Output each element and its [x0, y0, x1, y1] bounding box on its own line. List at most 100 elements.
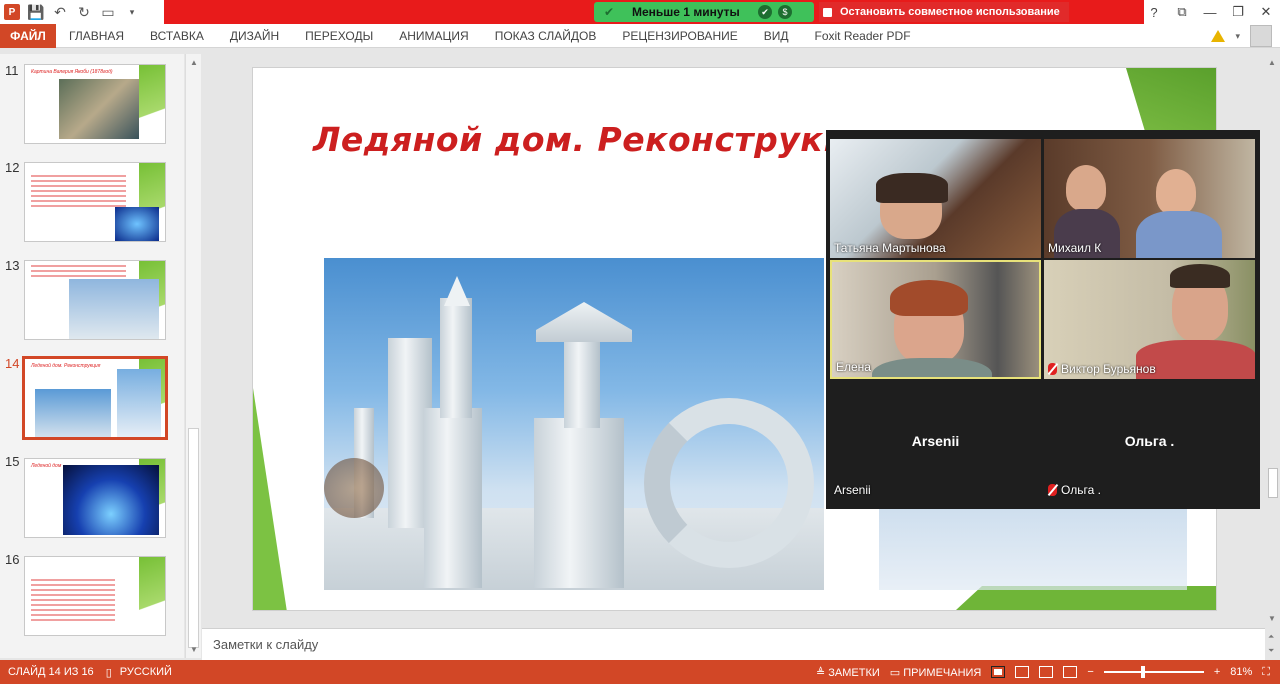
tab-foxit[interactable]: Foxit Reader PDF	[802, 24, 924, 48]
slide-green-decoration-left	[253, 388, 287, 610]
slide-number: 11	[5, 63, 19, 78]
ice-swirl	[644, 398, 814, 568]
ribbon-display-icon[interactable]: ⧉	[1168, 0, 1196, 24]
participant-tile-olga[interactable]: Ольга . Ольга .	[1044, 381, 1255, 500]
slide-thumbnail-12[interactable]	[24, 162, 166, 242]
slide-thumbnail-15[interactable]: Ледяной дом	[24, 458, 166, 538]
slide-number: 15	[5, 454, 20, 469]
comments-button[interactable]: ▭ ПРИМЕЧАНИЯ	[890, 666, 982, 679]
tab-view[interactable]: ВИД	[751, 24, 802, 48]
scroll-thumb[interactable]	[188, 428, 199, 648]
participant-name: Татьяна Мартынова	[834, 241, 946, 255]
zoom-slider[interactable]	[1103, 666, 1204, 678]
participant-hair	[890, 280, 968, 316]
zoom-level[interactable]: 81%	[1230, 666, 1252, 678]
avatar[interactable]	[1250, 25, 1272, 47]
tab-design[interactable]: ДИЗАЙН	[217, 24, 292, 48]
tab-insert[interactable]: ВСТАВКА	[137, 24, 217, 48]
slide-scrollbar[interactable]: ▲ ▼ ⏶ ⏷	[1265, 54, 1280, 660]
thumb-title: Ледяной дом. Реконструкция	[31, 363, 101, 369]
zoom-gallery-panel[interactable]: Татьяна Мартынова Михаил К Елена Виктор …	[826, 130, 1260, 509]
help-icon[interactable]: ?	[1140, 0, 1168, 24]
zoom-slider-knob[interactable]	[1140, 666, 1145, 678]
ice-tower	[440, 298, 472, 418]
ribbon-tabs: ФАЙЛ ГЛАВНАЯ ВСТАВКА ДИЗАЙН ПЕРЕХОДЫ АНИ…	[0, 23, 1280, 48]
close-icon[interactable]: ✕	[1252, 0, 1280, 24]
window-controls: ? ⧉ — ❐ ✕	[1140, 0, 1280, 24]
undo-icon[interactable]: ↶	[48, 1, 72, 23]
tab-file[interactable]: ФАЙЛ	[0, 23, 56, 48]
spellcheck-icon[interactable]: ▯	[106, 666, 112, 679]
warning-icon[interactable]	[1211, 30, 1226, 42]
tab-review[interactable]: РЕЦЕНЗИРОВАНИЕ	[609, 24, 750, 48]
participant-tile-elena[interactable]: Елена	[830, 260, 1041, 379]
slide-thumbnail-11[interactable]: Картина Валерия Якоби (1878год)	[24, 64, 166, 144]
stop-share-button[interactable]: Остановить совместное использование	[819, 2, 1069, 22]
signal-icon: ✔	[604, 5, 615, 19]
thumb-image	[69, 279, 159, 339]
zoom-out-button[interactable]: −	[1087, 666, 1093, 678]
fit-slide-icon[interactable]: ⛶	[1262, 666, 1270, 679]
participant-tile-arsenii[interactable]: Arsenii Arsenii	[830, 381, 1041, 500]
scroll-down-icon[interactable]: ▼	[190, 645, 198, 654]
language[interactable]: РУССКИЙ	[120, 666, 172, 678]
participant-hair	[1170, 264, 1230, 288]
account-dropdown-icon[interactable]: ▾	[1235, 31, 1240, 42]
ice-roof	[536, 302, 632, 342]
notes-pane[interactable]: Заметки к слайду	[202, 628, 1265, 660]
zoom-in-button[interactable]: +	[1214, 666, 1220, 678]
slideshow-view-icon[interactable]	[1063, 666, 1078, 678]
notes-placeholder: Заметки к слайду	[213, 637, 319, 652]
thumb-decoration	[139, 557, 165, 635]
share-timer[interactable]: ✔ Меньше 1 минуты ✔ $	[594, 2, 814, 22]
restore-icon[interactable]: ❐	[1224, 0, 1252, 24]
notes-button[interactable]: ≜ ЗАМЕТКИ	[816, 666, 880, 679]
ice-house-photo-2[interactable]	[879, 504, 1187, 590]
save-icon[interactable]: 💾	[24, 1, 48, 23]
slide-thumbnail-14[interactable]: Ледяной дом. Реконструкция	[22, 356, 168, 440]
tab-slideshow[interactable]: ПОКАЗ СЛАЙДОВ	[482, 24, 610, 48]
title-bar: P 💾 ↶ ↻ ▭ ▾ ✔ Меньше 1 минуты ✔ $ Остано…	[0, 0, 1280, 24]
prev-slide-icon[interactable]: ⏶	[1268, 632, 1274, 642]
tab-animations[interactable]: АНИМАЦИЯ	[386, 24, 481, 48]
mic-muted-icon	[1048, 363, 1057, 375]
tab-home[interactable]: ГЛАВНАЯ	[56, 24, 137, 48]
participant-tile-mikhail[interactable]: Михаил К	[1044, 139, 1255, 258]
minimize-icon[interactable]: —	[1196, 0, 1224, 24]
scroll-down-icon[interactable]: ▼	[1268, 614, 1276, 623]
slide-thumbnail-16[interactable]	[24, 556, 166, 636]
participant-hair	[876, 173, 948, 203]
participant-name: Виктор Бурьянов	[1048, 362, 1156, 376]
stop-share-label: Остановить совместное использование	[840, 6, 1060, 18]
status-bar: СЛАЙД 14 ИЗ 16 ▯ РУССКИЙ ≜ ЗАМЕТКИ ▭ ПРИ…	[0, 660, 1280, 684]
thumbnails-scrollbar[interactable]: ▲ ▼	[185, 54, 201, 658]
slide-sorter-icon[interactable]	[1015, 666, 1030, 678]
normal-view-icon[interactable]	[991, 666, 1006, 678]
thumb-decoration	[139, 65, 165, 143]
thumb-text-lines	[31, 175, 126, 210]
slideshow-icon[interactable]: ▭	[96, 1, 120, 23]
tree	[324, 458, 384, 518]
tab-transitions[interactable]: ПЕРЕХОДЫ	[292, 24, 386, 48]
ice-chimney	[564, 338, 600, 428]
ice-house-photo[interactable]	[324, 258, 824, 590]
scroll-up-icon[interactable]: ▲	[1268, 58, 1276, 67]
participant-video	[1156, 169, 1196, 215]
participant-name: Елена	[836, 360, 871, 374]
comment-icon: ▭	[889, 666, 901, 679]
next-slide-icon[interactable]: ⏷	[1268, 646, 1274, 656]
redo-icon[interactable]: ↻	[72, 1, 96, 23]
ribbon-right: ▾	[1211, 24, 1272, 48]
scroll-thumb[interactable]	[1268, 468, 1278, 498]
slide-title[interactable]: Ледяной дом. Реконструкция	[313, 120, 893, 159]
slide-number: 16	[5, 552, 20, 567]
scroll-up-icon[interactable]: ▲	[190, 58, 198, 67]
customize-toolbar-icon[interactable]: ▾	[120, 1, 144, 23]
participant-tile-viktor[interactable]: Виктор Бурьянов	[1044, 260, 1255, 379]
thumb-image	[117, 369, 161, 437]
thumb-title: Картина Валерия Якоби (1878год)	[31, 69, 113, 75]
participant-tile-tatyana[interactable]: Татьяна Мартынова	[830, 139, 1041, 258]
participant-video	[1066, 165, 1106, 211]
reading-view-icon[interactable]	[1039, 666, 1054, 678]
slide-thumbnail-13[interactable]	[24, 260, 166, 340]
